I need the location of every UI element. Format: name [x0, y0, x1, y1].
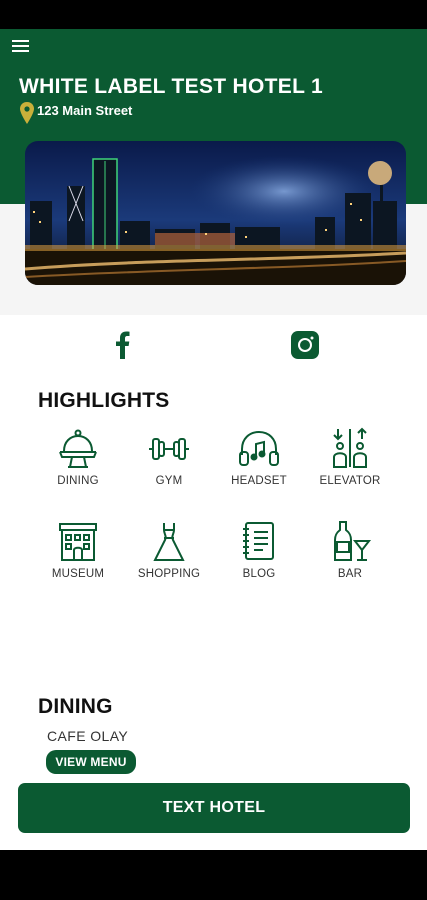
hero-image: [25, 141, 406, 285]
status-bar: [0, 0, 427, 29]
instagram-icon[interactable]: [290, 330, 320, 360]
headphones-icon: [239, 430, 279, 466]
dumbbell-icon: [149, 438, 189, 460]
highlight-elevator[interactable]: ELEVATOR: [305, 427, 395, 507]
highlight-shopping[interactable]: SHOPPING: [124, 520, 214, 600]
city-skyline-image: [25, 141, 406, 285]
restaurant-name: CAFE OLAY: [47, 728, 129, 744]
facebook-icon[interactable]: [111, 330, 135, 360]
highlight-gym[interactable]: GYM: [124, 427, 214, 507]
highlights-title: HIGHLIGHTS: [38, 389, 170, 412]
museum-building-icon: [59, 523, 97, 561]
navigation-bar: [0, 850, 427, 900]
highlight-label: ELEVATOR: [319, 475, 381, 487]
view-menu-button[interactable]: VIEW MENU: [46, 750, 136, 774]
hotel-title: WHITE LABEL TEST HOTEL 1: [19, 75, 323, 98]
highlight-label: HEADSET: [231, 475, 287, 487]
content-card: HIGHLIGHTS DINING GYM HEADSET ELEVATOR M…: [0, 315, 427, 850]
dining-title: DINING: [38, 695, 113, 718]
highlight-blog[interactable]: BLOG: [214, 520, 304, 600]
highlight-label: DINING: [57, 475, 99, 487]
dining-cloche-icon: [59, 429, 97, 468]
app-screen: WHITE LABEL TEST HOTEL 1 123 Main Street: [0, 29, 427, 850]
highlight-label: SHOPPING: [137, 568, 201, 580]
notebook-icon: [243, 522, 274, 560]
highlight-headset[interactable]: HEADSET: [214, 427, 304, 507]
elevator-icon: [333, 427, 367, 468]
address-text: 123 Main Street: [37, 103, 133, 118]
address[interactable]: 123 Main Street: [19, 101, 132, 129]
hamburger-menu-icon[interactable]: [10, 39, 32, 55]
highlight-label: BAR: [337, 568, 363, 580]
location-pin-icon: [20, 102, 34, 124]
cta-container: TEXT HOTEL: [0, 779, 427, 850]
highlight-label: BLOG: [242, 568, 276, 580]
highlight-dining[interactable]: DINING: [33, 427, 123, 507]
highlight-label: MUSEUM: [51, 568, 105, 580]
highlight-label: GYM: [155, 475, 183, 487]
wine-bottle-glass-icon: [334, 521, 372, 561]
dress-icon: [153, 523, 185, 561]
highlight-bar[interactable]: BAR: [305, 520, 395, 600]
highlight-museum[interactable]: MUSEUM: [33, 520, 123, 600]
text-hotel-button[interactable]: TEXT HOTEL: [18, 783, 410, 833]
